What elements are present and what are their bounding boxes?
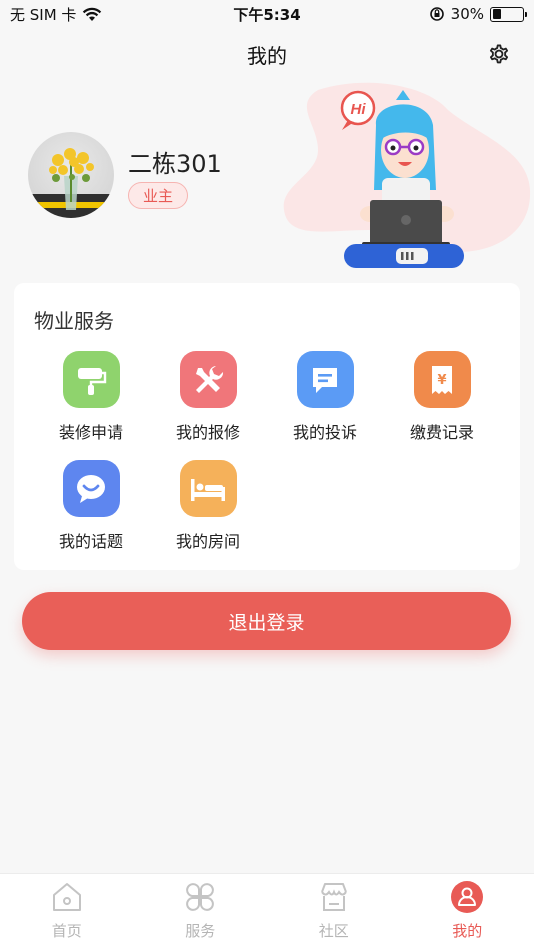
service-label: 缴费记录 bbox=[409, 423, 474, 442]
status-right: 30% bbox=[429, 5, 527, 23]
page-title: 我的 bbox=[247, 43, 287, 68]
home-icon bbox=[52, 883, 81, 911]
tab-services[interactable]: 服务 bbox=[134, 874, 268, 950]
tab-label: 我的 bbox=[452, 922, 483, 940]
service-label: 我的投诉 bbox=[292, 423, 357, 442]
shop-icon bbox=[320, 883, 347, 911]
user-name: 二栋301 bbox=[128, 150, 222, 178]
battery-icon bbox=[490, 6, 527, 22]
service-payment-records[interactable]: ¥ 缴费记录 bbox=[387, 351, 497, 443]
battery-fill bbox=[492, 9, 502, 19]
tab-mine[interactable]: 我的 bbox=[401, 874, 534, 950]
services-title: 物业服务 bbox=[34, 309, 114, 333]
hi-girl-illustration: Hi bbox=[283, 82, 531, 268]
role-badge: 业主 bbox=[128, 182, 189, 209]
user-icon bbox=[451, 881, 484, 913]
chat-smile-icon bbox=[62, 460, 120, 517]
service-label: 我的房间 bbox=[175, 532, 240, 551]
service-renovation-application[interactable]: 装修申请 bbox=[36, 351, 146, 443]
service-my-topics[interactable]: 我的话题 bbox=[36, 460, 146, 552]
service-my-complaints[interactable]: 我的投诉 bbox=[270, 351, 380, 443]
tab-label: 首页 bbox=[51, 922, 82, 940]
service-label: 我的报修 bbox=[175, 423, 240, 442]
tab-label: 服务 bbox=[185, 922, 216, 940]
logout-button[interactable]: 退出登录 bbox=[22, 592, 511, 650]
avatar[interactable] bbox=[28, 132, 114, 218]
service-my-repairs[interactable]: 我的报修 bbox=[153, 351, 263, 443]
tab-bar: 首页 服务 社区 我的 bbox=[0, 873, 534, 950]
status-bar: 无 SIM 卡 下午5:34 30% bbox=[0, 0, 534, 28]
orientation-lock-icon bbox=[429, 7, 444, 21]
status-left: 无 SIM 卡 bbox=[10, 4, 102, 25]
service-label: 我的话题 bbox=[58, 532, 123, 551]
service-my-room[interactable]: 我的房间 bbox=[153, 460, 263, 552]
paint-roller-icon bbox=[62, 351, 120, 408]
hi-text: Hi bbox=[351, 101, 367, 118]
wifi-icon bbox=[83, 7, 102, 21]
property-services-card: 物业服务 装修申请 我的报修 我的投诉 ¥ 缴费记录 我的话题 我的房间 bbox=[14, 283, 520, 570]
grid-flower-icon bbox=[186, 883, 215, 911]
bed-icon bbox=[179, 460, 237, 517]
service-label: 装修申请 bbox=[58, 423, 123, 442]
svg-text:¥: ¥ bbox=[437, 373, 446, 388]
wrench-screwdriver-icon bbox=[179, 351, 237, 408]
carrier-label: 无 SIM 卡 bbox=[10, 5, 77, 24]
tab-label: 社区 bbox=[318, 922, 349, 940]
tab-community[interactable]: 社区 bbox=[267, 874, 401, 950]
message-lines-icon bbox=[296, 351, 354, 408]
gear-icon[interactable] bbox=[486, 41, 512, 67]
profile-header: 二栋301 业主 Hi bbox=[0, 80, 534, 280]
tab-home[interactable]: 首页 bbox=[0, 874, 134, 950]
receipt-yen-icon: ¥ bbox=[413, 351, 471, 408]
avatar-flowers-image bbox=[28, 148, 114, 218]
battery-percent: 30% bbox=[450, 5, 484, 23]
nav-bar: 我的 bbox=[0, 28, 534, 80]
